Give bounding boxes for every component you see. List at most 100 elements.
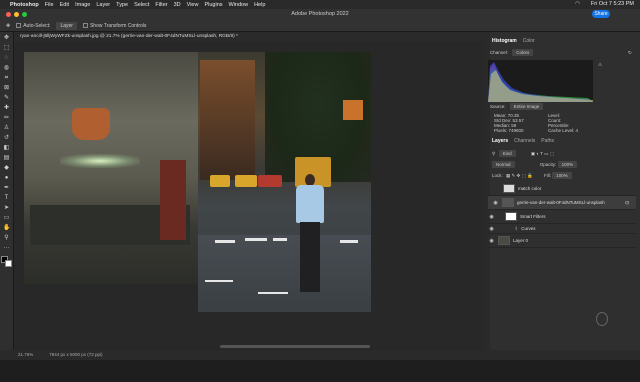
road [198,235,371,312]
move-tool-icon[interactable]: ✥ [3,35,10,42]
zoom-tool-icon[interactable]: ⚲ [3,235,10,242]
share-button[interactable]: Share [592,10,610,18]
lock-icons[interactable]: ▦ ✎ ✥ ⬚ 🔒 [506,173,533,178]
crosswalk-stripe [245,238,267,241]
auto-select-dropdown[interactable]: Layer [56,21,77,30]
lasso-tool-icon[interactable]: ◌ [3,55,10,62]
layer-row-smart-filters[interactable]: ◉ Smart Filters [488,210,636,224]
menu-app-name[interactable]: Photoshop [10,2,39,8]
hand-tool-icon[interactable]: ✋ [3,225,10,232]
pixels-value: 749600 [508,128,524,133]
move-tool-icon[interactable]: ✥ [6,23,10,29]
document-info[interactable]: 7844 px x 5000 px (72 ppi) [49,350,102,360]
histogram-graph [488,60,593,102]
dodge-tool-icon[interactable]: ● [3,175,10,182]
lane-marking [205,280,233,282]
opacity-field[interactable]: 100% [557,161,578,168]
tab-color[interactable]: Color [523,38,535,47]
healing-tool-icon[interactable]: ✚ [3,105,10,112]
menu-edit[interactable]: Edit [60,2,69,8]
tab-histogram[interactable]: Histogram [492,38,517,47]
traffic-signal [343,100,363,120]
transform-controls-checkbox[interactable] [82,22,88,28]
blur-tool-icon[interactable]: ◆ [3,165,10,172]
menu-layer[interactable]: Layer [96,2,110,8]
blend-mode-dropdown[interactable]: Normal [492,161,515,168]
brush-tool-icon[interactable]: ✏ [3,115,10,122]
smart-object-icon: ⊡ [625,199,629,205]
refresh-icon[interactable]: ↻ [628,50,632,56]
search-icon: ⚲ [492,151,496,156]
gradient-tool-icon[interactable]: ▤ [3,155,10,162]
document-tab-label: ryan-ancill-j5lljWyWFZk-unsplash.jpg @ 2… [20,34,238,39]
tab-paths[interactable]: Paths [541,138,554,147]
quick-select-tool-icon[interactable]: ◍ [3,65,10,72]
layer-row-layer-0[interactable]: ◉ Layer 0 [488,234,636,248]
layer-filter-row: ⚲ Kind ▣ ◐ T ▭ ⬚ [492,150,554,157]
type-tool-icon[interactable]: T [3,195,10,202]
pen-tool-icon[interactable]: ✒ [3,185,10,192]
tab-layers[interactable]: Layers [492,138,508,147]
buildings [200,60,255,180]
eraser-tool-icon[interactable]: ◧ [3,145,10,152]
menu-window[interactable]: Window [229,2,249,8]
tools-panel: ✥ ⬚ ◌ ◍ ⌗ ⊠ ✎ ✚ ✏ ♙ ↺ ◧ ▤ ◆ ● ✒ T ➤ ▭ ✋ … [0,32,14,350]
histogram-tabs: Histogram Color [490,38,640,47]
menu-help[interactable]: Help [254,2,265,8]
visibility-eye-icon[interactable]: ◉ [488,226,495,232]
visibility-eye-icon[interactable]: ◉ [492,200,499,206]
wifi-icon[interactable]: ◠ [575,1,580,7]
menu-bar: Photoshop File Edit Image Layer Type Sel… [0,0,640,9]
auto-select-checkbox[interactable] [16,22,22,28]
opacity-label: Opacity: [539,162,557,167]
path-select-tool-icon[interactable]: ➤ [3,205,10,212]
menu-3d[interactable]: 3D [174,2,181,8]
layer-row-gerrie[interactable]: ◉ gerrie-van-der-walt-0F4dNTuMSLl-unspla… [488,196,636,210]
histogram-stat: Pixels: 749600 [494,128,524,133]
close-window-button[interactable] [6,12,11,17]
crosswalk-stripe [273,238,287,241]
document-tab[interactable]: ryan-ancill-j5lljWyWFZk-unsplash.jpg @ 2… [14,32,484,42]
clock: Fri Oct 7 5:23 PM [590,1,634,7]
menu-plugins[interactable]: Plugins [204,2,222,8]
menu-select[interactable]: Select [134,2,149,8]
layer-row-match-color[interactable]: match color [488,182,636,196]
fill-field[interactable]: 100% [552,172,572,179]
layer-thumbnail [502,198,514,207]
horizontal-scrollbar[interactable] [220,345,370,348]
menu-type[interactable]: Type [116,2,128,8]
channel-dropdown[interactable]: Colors [512,49,534,56]
color-swatches[interactable] [0,256,13,268]
layer-thumbnail [503,184,515,193]
tab-channels[interactable]: Channels [514,138,535,147]
eyedropper-tool-icon[interactable]: ✎ [3,95,10,102]
zoom-level[interactable]: 21.76% [18,350,33,360]
layer-name: Layer 0 [513,238,529,243]
lock-row: Lock: ▦ ✎ ✥ ⬚ 🔒 Fill: 100% [492,172,572,179]
filter-icons[interactable]: ▣ ◐ T ▭ ⬚ [531,151,554,156]
menu-image[interactable]: Image [75,2,90,8]
lock-label: Lock: [492,173,503,178]
minimize-window-button[interactable] [14,12,19,17]
stamp-tool-icon[interactable]: ♙ [3,125,10,132]
visibility-eye-icon[interactable]: ◉ [488,238,495,244]
menu-filter[interactable]: Filter [155,2,167,8]
zoom-window-button[interactable] [22,12,27,17]
menu-view[interactable]: View [187,2,199,8]
channel-row: Channel: Colors [490,49,534,56]
visibility-eye-icon[interactable]: ◉ [488,214,495,220]
kind-dropdown[interactable]: Kind [498,150,516,157]
crop-tool-icon[interactable]: ⌗ [3,75,10,82]
scroll-indicator [596,312,608,326]
menu-file[interactable]: File [45,2,54,8]
more-tools-icon[interactable]: ··· [3,245,10,252]
options-bar: ✥ Auto-Select: Layer Show Transform Cont… [0,20,640,32]
layer-row-curves[interactable]: ◉ ⌇ Curves [488,224,636,234]
frame-tool-icon[interactable]: ⊠ [3,85,10,92]
marquee-tool-icon[interactable]: ⬚ [3,45,10,52]
source-dropdown[interactable]: Entire Image [509,103,544,110]
warning-icon[interactable]: ⚠ [598,62,602,68]
shape-tool-icon[interactable]: ▭ [3,215,10,222]
history-brush-icon[interactable]: ↺ [3,135,10,142]
taxi [235,175,257,187]
